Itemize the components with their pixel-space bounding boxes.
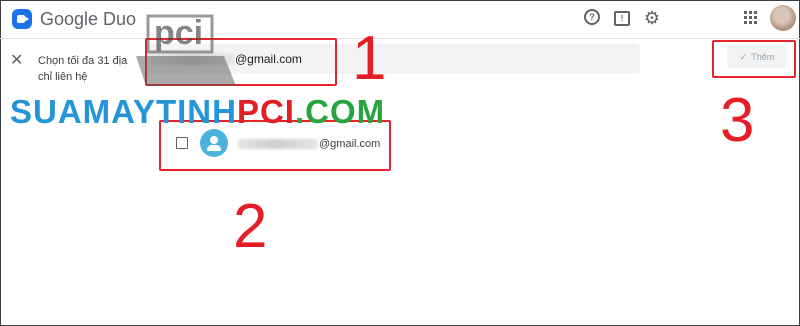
watermark-part-3: .COM: [294, 93, 386, 130]
apps-icon[interactable]: [744, 11, 757, 24]
close-icon[interactable]: ✕: [10, 50, 23, 70]
app-title: Google Duo: [40, 9, 137, 29]
watermark-part-1: SUAMAYTINH: [10, 93, 237, 130]
annotation-number-2: 2: [233, 192, 268, 261]
help-icon[interactable]: ?: [584, 9, 600, 25]
top-bar: Google Duo ? ! ⚙: [0, 0, 800, 39]
site-watermark: SUAMAYTINHPCI.COM: [10, 93, 385, 131]
watermark-part-2: PCI: [236, 93, 295, 130]
avatar[interactable]: [770, 5, 796, 31]
feedback-icon[interactable]: !: [613, 9, 631, 27]
duo-logo-icon: [12, 9, 32, 29]
gear-icon[interactable]: ⚙: [643, 8, 661, 28]
annotation-number-1: 1: [352, 24, 387, 93]
selection-limit-hint: Chọn tối đa 31 địa chỉ liên hệ: [38, 55, 128, 83]
svg-text:pci: pci: [154, 14, 203, 52]
annotation-box-3: [712, 40, 796, 78]
annotation-number-3: 3: [720, 86, 755, 155]
